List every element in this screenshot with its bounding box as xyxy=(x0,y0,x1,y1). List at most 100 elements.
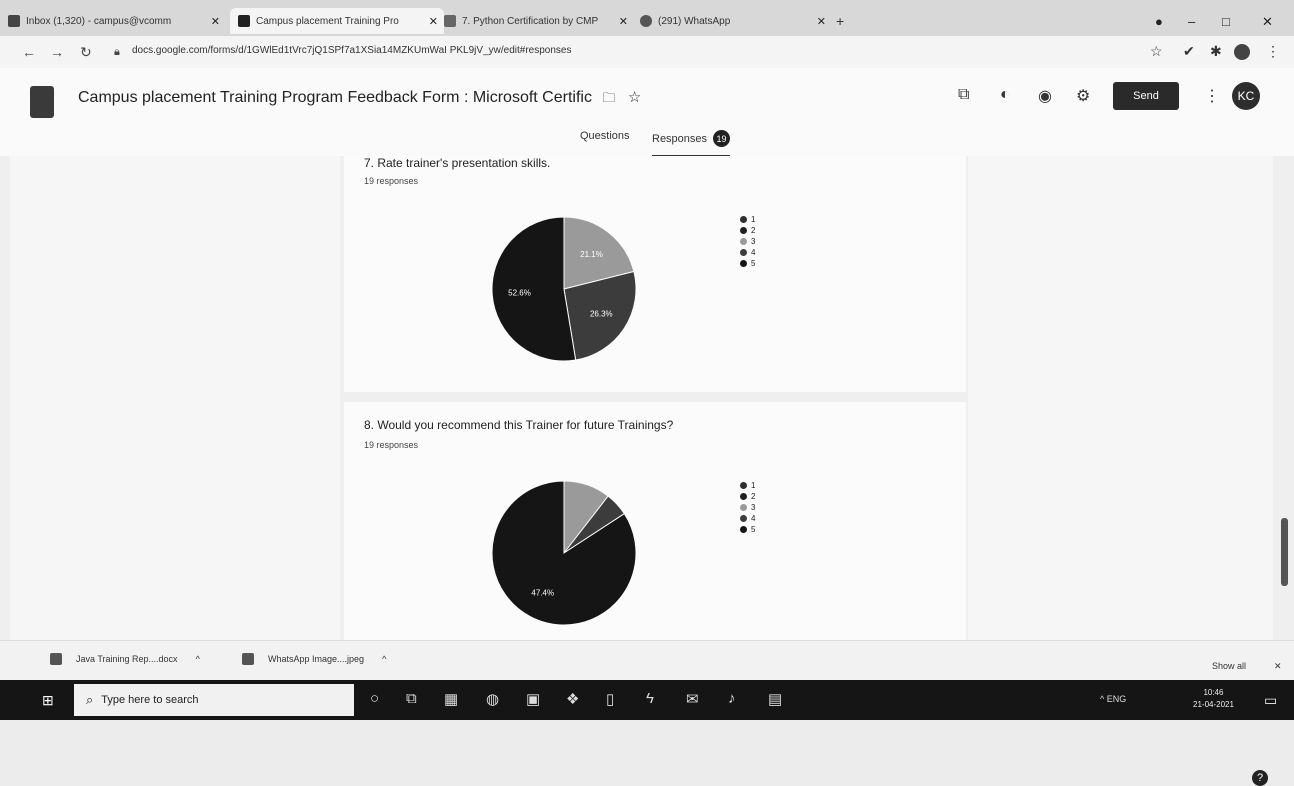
slice-label: 26.3% xyxy=(590,310,613,319)
download-item[interactable]: WhatsApp Image....jpeg ^ xyxy=(242,653,386,665)
more-options-icon[interactable]: ⋮ xyxy=(1204,86,1220,106)
clock-time: 10:46 xyxy=(1203,688,1224,697)
cortana-icon[interactable]: ○ xyxy=(370,690,379,707)
help-icon[interactable]: ? xyxy=(1252,770,1268,786)
app-icon[interactable]: ♪ xyxy=(728,690,736,707)
legend-swatch xyxy=(740,216,747,223)
tab-responses[interactable]: Responses 19 xyxy=(652,130,731,158)
close-icon[interactable]: ✕ xyxy=(613,15,634,28)
forward-icon[interactable]: → xyxy=(50,44,64,60)
legend-item: 2 xyxy=(740,225,755,236)
dropbox-icon[interactable]: ❖ xyxy=(566,690,579,708)
download-filename: Java Training Rep....docx xyxy=(76,654,178,664)
browser-tab-strip: Inbox (1,320) - campus@vcomm ✕ Campus pl… xyxy=(0,0,1294,36)
maximize-button[interactable]: □ xyxy=(1222,14,1230,29)
question-card: 8. Would you recommend this Trainer for … xyxy=(344,402,966,640)
profile-icon[interactable]: ● xyxy=(1155,14,1163,29)
reload-icon[interactable]: ↻ xyxy=(80,44,92,61)
pie-chart: 21.1% 26.3% 52.6% xyxy=(491,216,637,362)
chevron-up-icon[interactable]: ^ xyxy=(196,654,200,664)
profile-avatar-icon[interactable] xyxy=(1234,44,1250,60)
windows-start-icon[interactable]: ⊞ xyxy=(42,692,54,709)
settings-gear-icon[interactable]: ⚙ xyxy=(1076,86,1090,106)
bookmark-star-icon[interactable]: ☆ xyxy=(1150,43,1163,60)
close-icon[interactable]: ✕ xyxy=(205,15,226,28)
forms-icon xyxy=(238,15,250,27)
chart-legend: 1 2 3 4 5 xyxy=(740,214,755,269)
legend-swatch xyxy=(740,227,747,234)
close-downloads-button[interactable]: ✕ xyxy=(1274,661,1282,672)
legend-swatch xyxy=(740,238,747,245)
slice-label: 21.1% xyxy=(580,250,603,259)
responses-count-badge: 19 xyxy=(713,130,731,147)
check-extension-icon[interactable]: ✔ xyxy=(1183,43,1195,60)
legend-item: 1 xyxy=(740,480,755,491)
question-title: 7. Rate trainer's presentation skills. xyxy=(364,156,551,170)
addons-icon[interactable]: ⧉ xyxy=(958,86,969,104)
close-icon[interactable]: ✕ xyxy=(423,15,444,28)
chart-legend: 1 2 3 4 5 xyxy=(740,480,755,535)
mail-icon[interactable]: ✉ xyxy=(686,690,699,708)
system-tray[interactable]: ^ ENG xyxy=(1100,694,1126,704)
legend-item: 3 xyxy=(740,236,755,247)
legend-label: 5 xyxy=(751,259,756,268)
app-icon[interactable]: ▯ xyxy=(606,690,614,708)
forms-logo-icon[interactable] xyxy=(30,86,54,118)
slice-label: 52.6% xyxy=(508,289,531,298)
legend-item: 1 xyxy=(740,214,755,225)
app-icon[interactable]: ▣ xyxy=(526,690,540,708)
legend-swatch xyxy=(740,515,747,522)
lock-icon: 🔒︎ xyxy=(114,46,120,58)
avatar[interactable]: KC xyxy=(1232,82,1260,110)
close-icon[interactable]: ✕ xyxy=(811,15,832,28)
show-all-button[interactable]: Show all xyxy=(1212,661,1246,671)
legend-swatch xyxy=(740,504,747,511)
address-bar: ← → ↻ 🔒︎ docs.google.com/forms/d/1GWlEd1… xyxy=(0,36,1294,68)
legend-swatch xyxy=(740,482,747,489)
clock-date: 21-04-2021 xyxy=(1193,700,1234,709)
tab-drive[interactable]: 7. Python Certification by CMP ✕ xyxy=(444,8,634,34)
task-view-icon[interactable]: ⧉ xyxy=(406,690,417,707)
star-icon[interactable]: ☆ xyxy=(628,89,641,106)
chrome-icon[interactable]: ◍ xyxy=(486,690,499,708)
legend-label: 4 xyxy=(751,514,756,523)
gmail-icon xyxy=(8,15,20,27)
tab-label: (291) WhatsApp xyxy=(658,15,731,27)
right-gutter xyxy=(968,156,1273,640)
new-tab-button[interactable]: + xyxy=(836,8,856,34)
browser-menu-icon[interactable]: ⋮ xyxy=(1266,43,1280,60)
legend-label: 1 xyxy=(751,215,756,224)
notifications-icon[interactable]: ▭ xyxy=(1264,692,1277,709)
forms-header: Campus placement Training Program Feedba… xyxy=(0,68,1294,158)
form-title[interactable]: Campus placement Training Program Feedba… xyxy=(78,88,641,111)
preview-eye-icon[interactable]: ◉ xyxy=(1038,86,1052,106)
whatsapp-icon xyxy=(640,15,652,27)
scrollbar-thumb[interactable] xyxy=(1281,518,1288,586)
folder-icon[interactable]: 🗀︎ xyxy=(602,90,615,105)
legend-swatch xyxy=(740,260,747,267)
pie-slice-5[interactable] xyxy=(491,216,577,362)
minimize-button[interactable]: – xyxy=(1188,14,1195,29)
back-icon[interactable]: ← xyxy=(22,44,36,60)
tab-label: Campus placement Training Pro xyxy=(256,15,399,27)
download-item[interactable]: Java Training Rep....docx ^ xyxy=(50,653,200,665)
close-window-button[interactable]: ✕ xyxy=(1262,14,1273,30)
app-icon[interactable]: ϟ xyxy=(646,690,654,707)
tab-forms[interactable]: Campus placement Training Pro ✕ xyxy=(230,8,444,34)
response-count: 19 responses xyxy=(364,440,419,450)
clock[interactable]: 10:46 21-04-2021 xyxy=(1193,687,1234,711)
legend-label: 2 xyxy=(751,492,756,501)
tab-questions[interactable]: Questions xyxy=(580,130,630,142)
url-field[interactable]: docs.google.com/forms/d/1GWlEd1tVrc7jQ1S… xyxy=(132,45,571,56)
app-icon[interactable]: ▦ xyxy=(444,690,458,708)
taskbar-search[interactable]: ⌕ Type here to search xyxy=(74,684,354,716)
send-button[interactable]: Send xyxy=(1113,82,1179,110)
legend-label: 5 xyxy=(751,525,756,534)
palette-icon[interactable]: ◐ xyxy=(1000,86,1010,104)
tab-whatsapp[interactable]: (291) WhatsApp ✕ xyxy=(640,8,832,34)
chevron-up-icon[interactable]: ^ xyxy=(382,654,386,664)
legend-item: 4 xyxy=(740,513,755,524)
extensions-icon[interactable]: ✱ xyxy=(1210,43,1222,60)
app-icon[interactable]: ▤ xyxy=(768,690,782,708)
tab-gmail[interactable]: Inbox (1,320) - campus@vcomm ✕ xyxy=(8,8,226,34)
